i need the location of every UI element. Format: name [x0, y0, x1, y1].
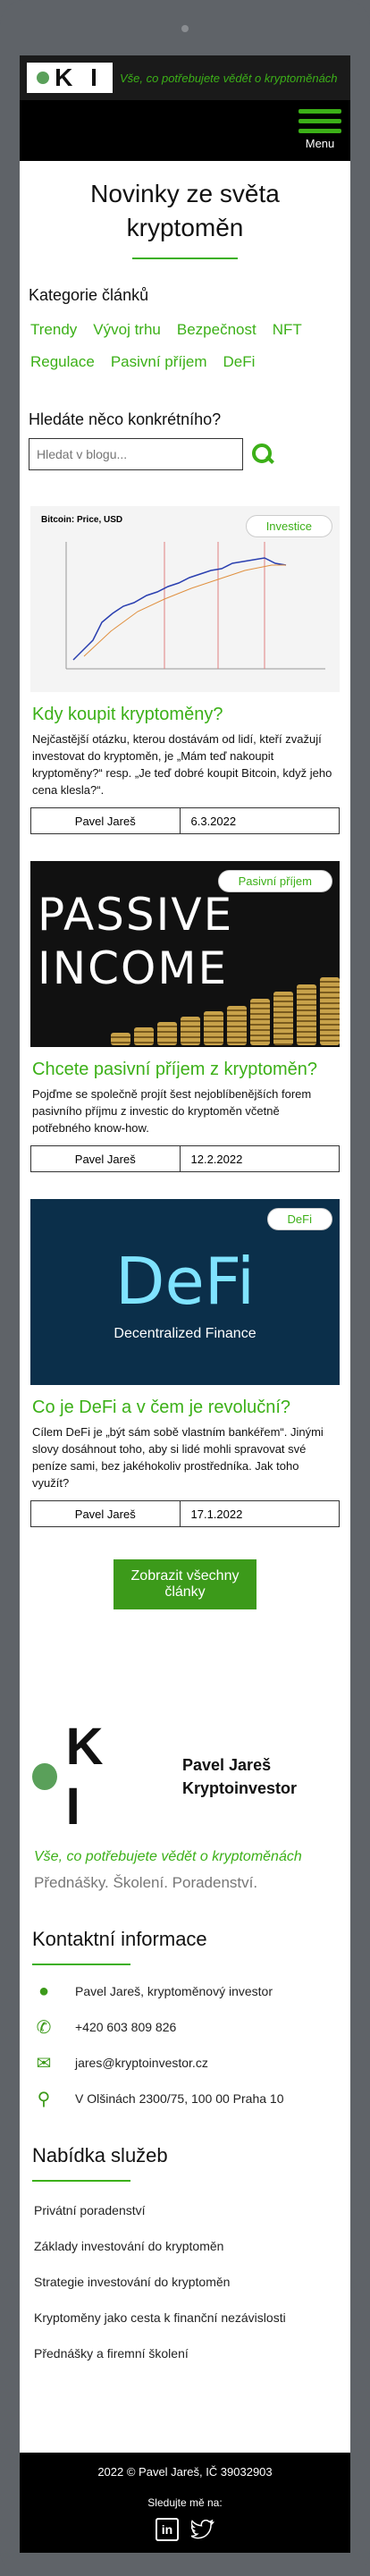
follow-label: Sledujte mě na: — [147, 2496, 223, 2509]
service-link[interactable]: Privátní poradenství — [34, 2203, 336, 2217]
service-link[interactable]: Základy investování do kryptoměn — [34, 2239, 336, 2253]
footer-tagline: Vše, co potřebujete vědět o kryptoměnách — [34, 1849, 302, 1864]
category-trendy[interactable]: Trendy — [27, 321, 80, 339]
defi-image-text: DeFi — [115, 1244, 255, 1319]
article-date: 12.2.2022 — [179, 1146, 340, 1171]
categories-heading: Kategorie článků — [29, 286, 149, 304]
article-date: 6.3.2022 — [179, 808, 340, 833]
contact-address: ⚲ V Olšinách 2300/75, 100 00 Praha 10 — [34, 2089, 336, 2109]
article-excerpt: Pojďme se společně projít šest nejoblíbe… — [32, 1087, 312, 1135]
contact-phone[interactable]: ✆ +420 603 809 826 — [34, 2017, 336, 2038]
article-meta: Pavel Jareš 17.1.2022 — [30, 1500, 340, 1527]
search-input[interactable] — [29, 438, 243, 470]
device-frame: K I Vše, co potřebujete vědět o kryptomě… — [0, 0, 370, 2576]
top-bar: K I Vše, co potřebujete vědět o kryptomě… — [20, 55, 350, 100]
article-date: 17.1.2022 — [179, 1501, 340, 1526]
article-author: Pavel Jareš — [74, 814, 136, 828]
twitter-icon[interactable] — [191, 2518, 214, 2541]
article-badge[interactable]: Investice — [245, 515, 332, 537]
coin-stacks-image — [111, 977, 340, 1045]
contact-divider — [32, 1964, 130, 1965]
header-tagline: Vše, co potřebujete vědět o kryptoměnách — [120, 71, 338, 85]
footer-logo-text: K I — [65, 1718, 118, 1836]
service-link[interactable]: Přednášky a firemní školení — [34, 2346, 336, 2361]
footer-bottom-bar: 2022 © Pavel Jareš, IČ 39032903 Sledujte… — [20, 2453, 350, 2553]
site-logo[interactable]: K I — [27, 63, 113, 93]
phone-icon: ✆ — [36, 2017, 52, 2038]
contact-heading: Kontaktní informace — [32, 1928, 207, 1950]
article-badge[interactable]: DeFi — [266, 1208, 332, 1230]
category-list: Trendy Vývoj trhu Bezpečnost NFT Regulac… — [20, 314, 350, 378]
article-card[interactable]: PASSIVE INCOME Pasivní příjem Chcete pas… — [30, 861, 340, 1172]
coin-icon — [32, 1763, 57, 1790]
footer-name: Pavel Jareš Kryptoinvestor — [182, 1756, 298, 1797]
location-pin-icon: ⚲ — [37, 2089, 51, 2109]
article-title[interactable]: Kdy koupit kryptoměny? — [32, 705, 338, 725]
search-bar — [29, 438, 341, 470]
footer-subtitle: Přednášky. Školení. Poradenství. — [34, 1874, 258, 1891]
article-image[interactable]: DeFi Decentralized Finance DeFi — [30, 1199, 340, 1385]
device-camera — [181, 25, 189, 32]
page-title: Novinky ze světa kryptoměn — [90, 180, 280, 241]
services-divider — [32, 2180, 130, 2182]
search-icon[interactable] — [252, 443, 274, 465]
email-icon: ✉ — [36, 2053, 52, 2073]
hamburger-icon — [299, 109, 341, 114]
article-author: Pavel Jareš — [74, 1507, 136, 1521]
category-regulace[interactable]: Regulace — [27, 353, 98, 371]
show-all-articles-button[interactable]: Zobrazit všechny články — [114, 1559, 256, 1609]
article-image[interactable]: PASSIVE INCOME Pasivní příjem — [30, 861, 340, 1047]
category-pasivni-prijem[interactable]: Pasivní příjem — [107, 353, 211, 371]
menu-button[interactable]: Menu — [299, 109, 341, 156]
category-nft[interactable]: NFT — [269, 321, 306, 339]
services-heading: Nabídka služeb — [32, 2144, 168, 2166]
search-heading: Hledáte něco konkrétního? — [29, 410, 222, 428]
copyright: 2022 © Pavel Jareš, IČ 39032903 — [97, 2465, 273, 2479]
category-bezpecnost[interactable]: Bezpečnost — [173, 321, 260, 339]
article-meta: Pavel Jareš 6.3.2022 — [30, 807, 340, 834]
title-divider — [132, 258, 238, 259]
article-author: Pavel Jareš — [74, 1152, 136, 1166]
category-vyvoj-trhu[interactable]: Vývoj trhu — [89, 321, 164, 339]
menu-label: Menu — [305, 137, 335, 150]
article-card[interactable]: Bitcoin: Price, USD Investice Kdy koupit… — [30, 506, 340, 834]
article-card[interactable]: DeFi Decentralized Finance DeFi Co je De… — [30, 1199, 340, 1527]
contact-person: ● Pavel Jareš, kryptoměnový investor — [34, 1981, 336, 2001]
article-image[interactable]: Bitcoin: Price, USD Investice — [30, 506, 340, 692]
article-title[interactable]: Chcete pasivní příjem z kryptoměn? — [32, 1060, 338, 1080]
person-icon: ● — [38, 1981, 50, 2001]
contact-email[interactable]: ✉ jares@kryptoinvestor.cz — [34, 2053, 336, 2073]
article-excerpt: Nejčastější otázku, kterou dostávám od l… — [32, 732, 332, 797]
social-links: in — [20, 2518, 350, 2541]
coin-icon — [37, 72, 50, 84]
defi-image-subtext: Decentralized Finance — [114, 1326, 256, 1341]
footer-logo[interactable]: K I — [32, 1717, 166, 1837]
service-link[interactable]: Strategie investování do kryptoměn — [34, 2275, 336, 2289]
article-meta: Pavel Jareš 12.2.2022 — [30, 1145, 340, 1172]
service-link[interactable]: Kryptoměny jako cesta k finanční nezávis… — [34, 2310, 336, 2325]
article-badge[interactable]: Pasivní příjem — [217, 870, 332, 892]
screen: K I Vše, co potřebujete vědět o kryptomě… — [20, 55, 350, 2553]
logo-text: K I — [55, 63, 103, 91]
category-defi[interactable]: DeFi — [220, 353, 259, 371]
article-title[interactable]: Co je DeFi a v čem je revoluční? — [32, 1398, 338, 1418]
linkedin-icon[interactable]: in — [156, 2518, 179, 2541]
footer-brand: K I Pavel Jareš Kryptoinvestor — [32, 1717, 338, 1837]
article-excerpt: Cílem DeFi je „být sám sobě vlastním ban… — [32, 1425, 324, 1490]
nav-bar: Menu — [20, 100, 350, 161]
